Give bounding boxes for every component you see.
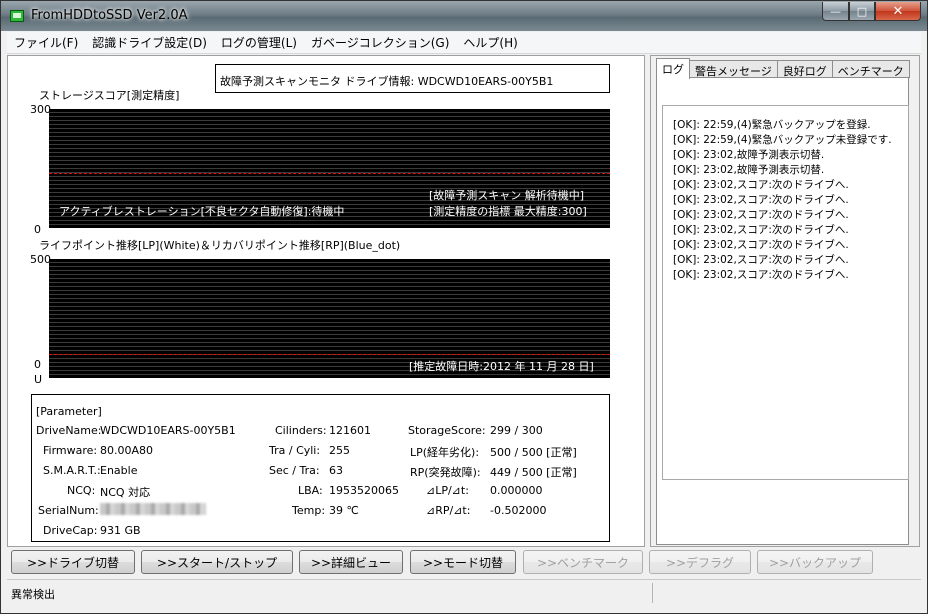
storage-threshold-line <box>49 173 610 174</box>
drivecap-label: DriveCap: <box>43 524 98 537</box>
serial-label: SerialNum: <box>38 504 99 517</box>
rp-label: RP(突発故障): <box>410 466 481 479</box>
tra-cyli-label: Tra / Cyli: <box>269 444 321 457</box>
delta-rp-value: -0.502000 <box>490 504 547 517</box>
lp-value: 500 / 500 [正常] <box>490 446 577 459</box>
parameter-header: [Parameter] <box>36 405 102 418</box>
lp-label: LP(経年劣化): <box>410 446 480 459</box>
life-threshold-line <box>49 354 610 355</box>
log-line: [OK]: 22:59,(4)緊急バックアップを登録. <box>673 119 871 131</box>
smart-label: S.M.A.R.T.: <box>43 464 101 477</box>
log-line: [OK]: 23:02,スコア:次のドライブへ. <box>673 194 849 206</box>
log-line: [OK]: 22:59,(4)緊急バックアップ未登録です. <box>673 134 892 146</box>
storage-score-label: StorageScore: <box>408 424 486 437</box>
log-tabs: ログ 警告メッセージ 良好ログ ベンチマーク <box>656 58 910 79</box>
log-line: [OK]: 23:02,故障予測表示切替. <box>673 149 825 161</box>
log-line: [OK]: 23:02,スコア:次のドライブへ. <box>673 254 849 266</box>
menu-drive-settings[interactable]: 認識ドライブ設定(D) <box>85 34 214 51</box>
app-icon <box>10 10 24 22</box>
life-graph-ymax: 500 <box>30 253 51 266</box>
log-line: [OK]: 23:02,故障予測表示切替. <box>673 164 825 176</box>
menu-log-management[interactable]: ログの管理(L) <box>214 34 304 51</box>
log-line: [OK]: 23:02,スコア:次のドライブへ. <box>673 224 849 236</box>
drive-info-box: 故障予測スキャンモニタ ドライブ情報: WDCWD10EARS-00Y5B1 <box>215 64 610 93</box>
storage-graph-title: ストレージスコア[測定精度] <box>39 89 180 102</box>
log-line: [OK]: 23:02,スコア:次のドライブへ. <box>673 179 849 191</box>
lba-value: 1953520065 <box>329 484 399 497</box>
maximize-button[interactable]: □ <box>849 2 875 21</box>
rp-value: 449 / 500 [正常] <box>490 466 577 479</box>
tab-log[interactable]: ログ <box>656 58 690 79</box>
cilinders-value: 121601 <box>329 424 371 437</box>
firmware-value: 80.00A80 <box>100 444 154 457</box>
defrag-button[interactable]: >>デフラグ <box>649 550 751 574</box>
log-tab-page: [OK]: 22:59,(4)緊急バックアップを登録. [OK]: 22:59,… <box>656 77 909 545</box>
life-graph-unit: U <box>34 373 43 386</box>
life-point-graph: [推定故障日時:2012 年 11 月 28 日] <box>49 259 610 378</box>
menu-bar: ファイル(F) 認識ドライブ設定(D) ログの管理(L) ガベージコレクション(… <box>7 32 921 54</box>
drive-name-value: WDCWD10EARS-00Y5B1 <box>100 424 236 437</box>
log-line: [OK]: 23:02,スコア:次のドライブへ. <box>673 209 849 221</box>
temp-label: Temp: <box>292 504 326 517</box>
sec-tra-value: 63 <box>329 464 343 477</box>
maximize-icon: □ <box>856 4 868 18</box>
window-controls: — □ ✕ <box>822 2 921 21</box>
storage-score-value: 299 / 300 <box>490 424 543 437</box>
storage-graph-ymax: 300 <box>30 103 51 116</box>
log-list[interactable]: [OK]: 22:59,(4)緊急バックアップを登録. [OK]: 22:59,… <box>662 105 909 480</box>
menu-file[interactable]: ファイル(F) <box>7 34 85 51</box>
benchmark-button[interactable]: >>ベンチマーク <box>523 550 643 574</box>
start-stop-button[interactable]: >>スタート/ストップ <box>141 550 293 574</box>
title-bar[interactable]: FromHDDtoSSD Ver2.0A — □ ✕ <box>1 1 927 31</box>
storage-graph-ymin: 0 <box>34 223 41 236</box>
scan-status: [故障予測スキャン 解析待機中] <box>429 189 585 202</box>
life-graph-ymin: 0 <box>34 358 41 371</box>
main-window: FromHDDtoSSD Ver2.0A — □ ✕ ファイル(F) 認識ドライ… <box>0 0 928 614</box>
status-divider <box>652 583 653 603</box>
tab-warning-messages[interactable]: 警告メッセージ <box>689 60 778 78</box>
status-text: 異常検出 <box>11 588 55 601</box>
drive-name-label: DriveName: <box>36 424 102 437</box>
temp-value: 39 ℃ <box>329 504 359 517</box>
log-panel: ログ 警告メッセージ 良好ログ ベンチマーク [OK]: 22:59,(4)緊急… <box>650 55 920 547</box>
smart-value: Enable <box>100 464 138 477</box>
close-button[interactable]: ✕ <box>875 2 921 21</box>
restoration-status: アクティブレストレーション[不良セクタ自動修復]:待機中 <box>59 205 345 218</box>
life-graph-title: ライフポイント推移[LP](White)＆リカバリポイント推移[RP](Blue… <box>39 239 401 252</box>
cilinders-label: Cilinders: <box>275 424 327 437</box>
drivecap-value: 931 GB <box>100 524 141 537</box>
ncq-label: NCQ: <box>67 484 96 497</box>
mode-switch-button[interactable]: >>モード切替 <box>410 550 516 574</box>
parameter-box: [Parameter] DriveName: WDCWD10EARS-00Y5B… <box>31 394 610 542</box>
delta-rp-label: ⊿RP/⊿t: <box>426 504 471 517</box>
accuracy-status: [測定精度の指標 最大精度:300] <box>429 205 587 218</box>
minimize-button[interactable]: — <box>822 2 849 21</box>
backup-button[interactable]: >>バックアップ <box>757 550 873 574</box>
minimize-icon: — <box>830 4 841 18</box>
detail-view-button[interactable]: >>詳細ビュー <box>299 550 403 574</box>
log-line: [OK]: 23:02,スコア:次のドライブへ. <box>673 269 849 281</box>
menu-help[interactable]: ヘルプ(H) <box>456 34 524 51</box>
storage-score-graph: アクティブレストレーション[不良セクタ自動修復]:待機中 [故障予測スキャン 解… <box>49 109 610 228</box>
window-title: FromHDDtoSSD Ver2.0A <box>31 8 188 23</box>
close-icon: ✕ <box>892 3 904 19</box>
delta-lp-value: 0.000000 <box>490 484 543 497</box>
sec-tra-label: Sec / Tra: <box>269 464 320 477</box>
lba-label: LBA: <box>298 484 323 497</box>
tab-good-log[interactable]: 良好ログ <box>776 60 833 78</box>
menu-garbage-collection[interactable]: ガベージコレクション(G) <box>304 34 456 51</box>
predicted-failure-date: [推定故障日時:2012 年 11 月 28 日] <box>409 360 594 373</box>
log-line: [OK]: 23:02,スコア:次のドライブへ. <box>673 239 849 251</box>
tab-benchmark[interactable]: ベンチマーク <box>831 60 910 78</box>
ncq-value: NCQ 対応 <box>100 486 151 499</box>
delta-lp-label: ⊿LP/⊿t: <box>426 484 469 497</box>
tra-cyli-value: 255 <box>329 444 350 457</box>
firmware-label: Firmware: <box>43 444 98 457</box>
status-bar: 異常検出 <box>7 579 921 605</box>
serial-redacted <box>100 503 206 515</box>
action-button-bar: >>ドライブ切替 >>スタート/ストップ >>詳細ビュー >>モード切替 >>ベ… <box>7 549 921 577</box>
drive-switch-button[interactable]: >>ドライブ切替 <box>11 550 135 574</box>
